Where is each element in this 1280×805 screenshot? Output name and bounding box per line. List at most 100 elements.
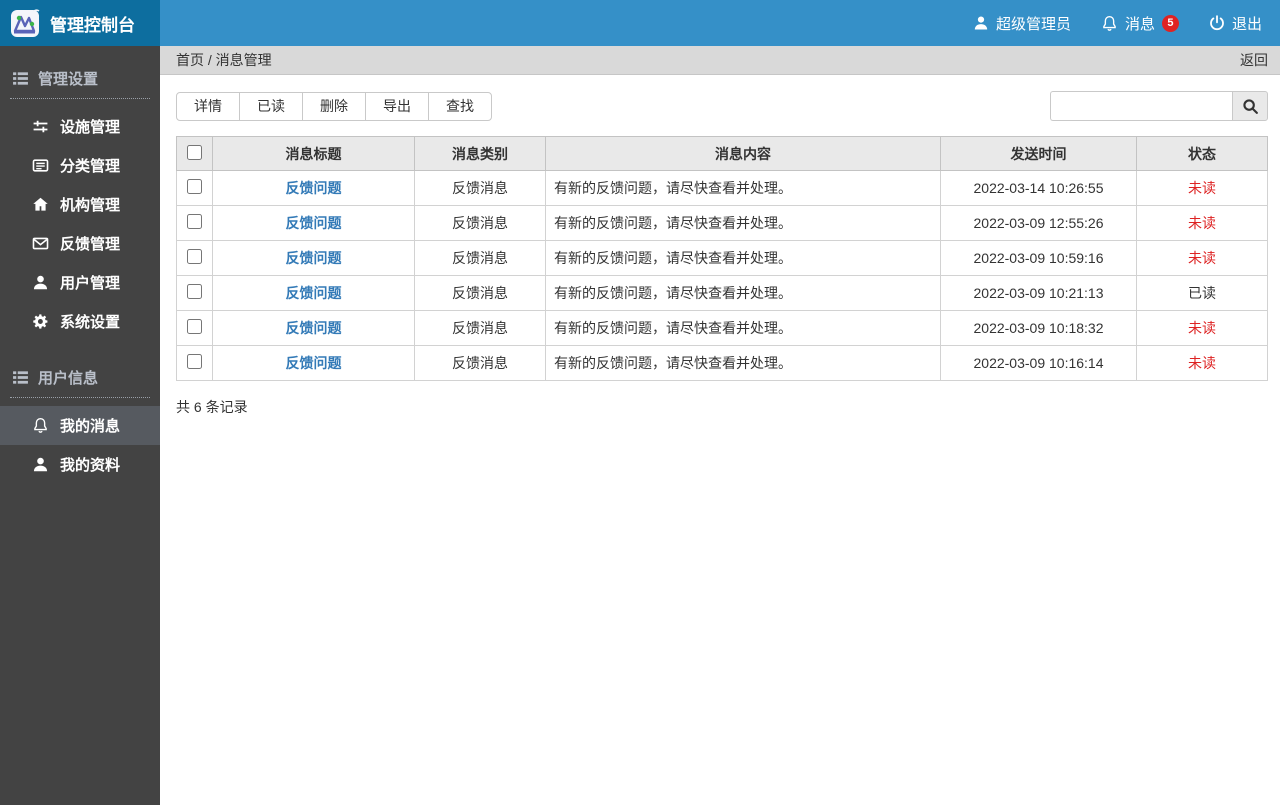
home-icon — [32, 196, 49, 213]
message-category: 反馈消息 — [415, 346, 546, 381]
gear-icon — [32, 313, 49, 330]
sidebar-section-admin-settings[interactable]: 管理设置 — [0, 60, 160, 98]
messages-label: 消息 — [1125, 13, 1155, 34]
envelope-icon — [32, 235, 49, 252]
record-count: 共 6 条记录 — [176, 397, 1268, 417]
table-row: 反馈问题 反馈消息 有新的反馈问题，请尽快查看并处理。 2022-03-14 1… — [177, 171, 1268, 206]
select-all-checkbox[interactable] — [187, 145, 202, 160]
delete-button[interactable]: 删除 — [302, 92, 366, 121]
status-badge: 已读 — [1137, 276, 1268, 311]
logout-button[interactable]: 退出 — [1209, 13, 1262, 34]
sidebar-item-label: 反馈管理 — [60, 233, 120, 254]
message-title-link[interactable]: 反馈问题 — [286, 355, 342, 371]
message-title-link[interactable]: 反馈问题 — [286, 320, 342, 336]
message-category: 反馈消息 — [415, 206, 546, 241]
col-header-title: 消息标题 — [213, 137, 415, 171]
messages-menu[interactable]: 消息 5 — [1101, 13, 1179, 34]
message-content: 有新的反馈问题，请尽快查看并处理。 — [546, 241, 941, 276]
col-header-content: 消息内容 — [546, 137, 941, 171]
message-content: 有新的反馈问题，请尽快查看并处理。 — [546, 171, 941, 206]
search-button[interactable] — [1232, 91, 1268, 121]
sidebar-item-category[interactable]: 分类管理 — [0, 146, 160, 185]
message-title-link[interactable]: 反馈问题 — [286, 250, 342, 266]
sidebar-section-label: 用户信息 — [38, 367, 98, 388]
status-badge: 未读 — [1137, 206, 1268, 241]
row-checkbox[interactable] — [187, 214, 202, 229]
col-header-category: 消息类别 — [415, 137, 546, 171]
message-time: 2022-03-09 10:59:16 — [941, 241, 1137, 276]
message-time: 2022-03-09 10:16:14 — [941, 346, 1137, 381]
detail-button[interactable]: 详情 — [176, 92, 240, 121]
find-button[interactable]: 查找 — [428, 92, 492, 121]
sidebar-item-settings[interactable]: 系统设置 — [0, 302, 160, 341]
sidebar-item-label: 我的消息 — [60, 415, 120, 436]
status-badge: 未读 — [1137, 171, 1268, 206]
table-header-row: 消息标题 消息类别 消息内容 发送时间 状态 — [177, 137, 1268, 171]
messages-badge: 5 — [1162, 15, 1179, 32]
current-user-label: 超级管理员 — [996, 13, 1071, 34]
table-row: 反馈问题 反馈消息 有新的反馈问题，请尽快查看并处理。 2022-03-09 1… — [177, 346, 1268, 381]
sidebar-divider — [10, 397, 150, 398]
col-header-time: 发送时间 — [941, 137, 1137, 171]
sidebar-item-feedback[interactable]: 反馈管理 — [0, 224, 160, 263]
brand[interactable]: 管理控制台 — [0, 0, 160, 46]
row-checkbox[interactable] — [187, 249, 202, 264]
toolbar: 详情 已读 删除 导出 查找 — [176, 91, 1268, 121]
message-time: 2022-03-14 10:26:55 — [941, 171, 1137, 206]
breadcrumb-bar: 首页 / 消息管理 返回 — [160, 46, 1280, 75]
messages-table: 消息标题 消息类别 消息内容 发送时间 状态 反馈问题 反馈消息 有新的反馈问题… — [176, 136, 1268, 381]
message-category: 反馈消息 — [415, 241, 546, 276]
bell-icon — [1101, 15, 1118, 32]
status-badge: 未读 — [1137, 311, 1268, 346]
profile-icon — [32, 456, 49, 473]
message-category: 反馈消息 — [415, 276, 546, 311]
message-content: 有新的反馈问题，请尽快查看并处理。 — [546, 311, 941, 346]
mark-read-button[interactable]: 已读 — [239, 92, 303, 121]
sidebar-section-user-info[interactable]: 用户信息 — [0, 359, 160, 397]
sidebar-item-my-messages[interactable]: 我的消息 — [0, 406, 160, 445]
sidebar-section-label: 管理设置 — [38, 68, 98, 89]
status-badge: 未读 — [1137, 346, 1268, 381]
user-icon — [973, 15, 989, 31]
message-title-link[interactable]: 反馈问题 — [286, 285, 342, 301]
message-content: 有新的反馈问题，请尽快查看并处理。 — [546, 276, 941, 311]
sidebar-item-users[interactable]: 用户管理 — [0, 263, 160, 302]
table-row: 反馈问题 反馈消息 有新的反馈问题，请尽快查看并处理。 2022-03-09 1… — [177, 241, 1268, 276]
message-title-link[interactable]: 反馈问题 — [286, 180, 342, 196]
breadcrumb[interactable]: 首页 / 消息管理 — [176, 50, 272, 70]
back-link[interactable]: 返回 — [1240, 50, 1268, 70]
message-title-link[interactable]: 反馈问题 — [286, 215, 342, 231]
menu-list-icon — [12, 70, 29, 87]
sidebar-item-label: 用户管理 — [60, 272, 120, 293]
message-content: 有新的反馈问题，请尽快查看并处理。 — [546, 346, 941, 381]
message-time: 2022-03-09 10:21:13 — [941, 276, 1137, 311]
sidebar-item-organization[interactable]: 机构管理 — [0, 185, 160, 224]
row-checkbox[interactable] — [187, 354, 202, 369]
sidebar-item-facility[interactable]: 设施管理 — [0, 107, 160, 146]
table-row: 反馈问题 反馈消息 有新的反馈问题，请尽快查看并处理。 2022-03-09 1… — [177, 311, 1268, 346]
brand-title: 管理控制台 — [50, 11, 135, 36]
power-icon — [1209, 15, 1225, 31]
message-time: 2022-03-09 10:18:32 — [941, 311, 1137, 346]
search-input[interactable] — [1050, 91, 1232, 121]
sidebar-item-label: 系统设置 — [60, 311, 120, 332]
sidebar-item-label: 机构管理 — [60, 194, 120, 215]
menu-list-icon — [12, 369, 29, 386]
main-panel: 首页 / 消息管理 返回 详情 已读 删除 导出 查找 — [160, 46, 1280, 805]
col-header-status: 状态 — [1137, 137, 1268, 171]
app-logo-icon — [10, 8, 42, 38]
select-all-cell — [177, 137, 213, 171]
sidebar-item-my-profile[interactable]: 我的资料 — [0, 445, 160, 484]
bell-icon — [32, 417, 49, 434]
sidebar-item-label: 设施管理 — [60, 116, 120, 137]
row-checkbox[interactable] — [187, 179, 202, 194]
row-checkbox[interactable] — [187, 319, 202, 334]
status-badge: 未读 — [1137, 241, 1268, 276]
content-area: 详情 已读 删除 导出 查找 — [160, 75, 1280, 417]
row-checkbox[interactable] — [187, 284, 202, 299]
message-category: 反馈消息 — [415, 171, 546, 206]
export-button[interactable]: 导出 — [365, 92, 429, 121]
search-icon — [1242, 98, 1259, 115]
search-box — [1050, 91, 1268, 121]
current-user[interactable]: 超级管理员 — [973, 13, 1071, 34]
